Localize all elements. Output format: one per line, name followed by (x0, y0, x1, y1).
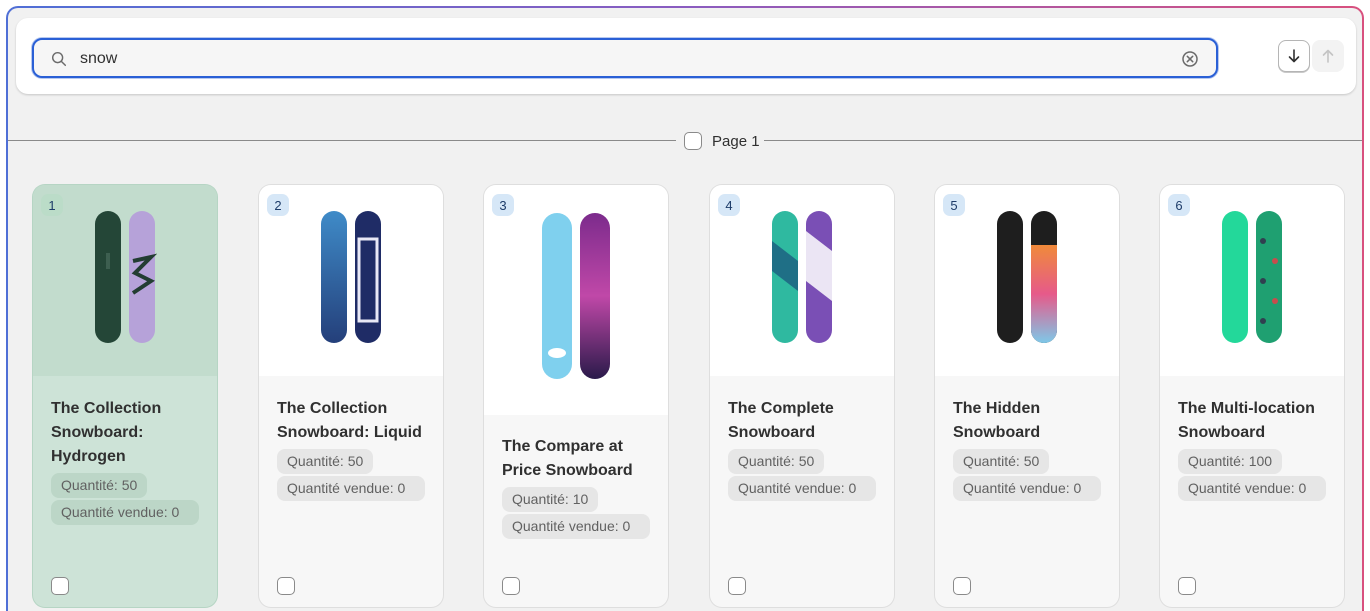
product-image: 2 (259, 185, 443, 376)
product-image: 4 (710, 185, 894, 376)
sold-quantity-badge: Quantité vendue: 0 (953, 476, 1101, 501)
sold-quantity-badge: Quantité vendue: 0 (728, 476, 876, 501)
snowboard-image (772, 211, 832, 343)
search-toolbar (16, 18, 1356, 94)
product-select-checkbox[interactable] (51, 577, 69, 595)
product-index-badge: 4 (718, 194, 740, 216)
product-index-badge: 6 (1168, 194, 1190, 216)
product-details: The Complete Snowboard Quantité: 50 Quan… (710, 397, 894, 503)
product-card[interactable]: 3 The Compare at Price Snowboard Quantit… (484, 185, 668, 607)
sold-quantity-badge: Quantité vendue: 0 (1178, 476, 1326, 501)
product-card[interactable]: 2 The Collection Snowboard: Liquid Quant… (259, 185, 443, 607)
sort-buttons (1278, 40, 1344, 72)
product-details: The Collection Snowboard: Liquid Quantit… (259, 397, 443, 503)
product-card[interactable]: 1 The Collection Snowboard: Hydrogen Qua… (33, 185, 217, 607)
product-index-badge: 3 (492, 194, 514, 216)
product-index-badge: 1 (41, 194, 63, 216)
sold-quantity-badge: Quantité vendue: 0 (277, 476, 425, 501)
app-content: Page 1 1 The Collection Snowboard: Hydro… (8, 8, 1362, 611)
page-selector: Page 1 (676, 128, 768, 154)
divider-line-left (8, 140, 678, 141)
snowboard-image (321, 211, 381, 343)
product-title: The Multi-location Snowboard (1178, 400, 1315, 441)
product-select-checkbox[interactable] (502, 577, 520, 595)
product-index-badge: 5 (943, 194, 965, 216)
product-title: The Collection Snowboard: Hydrogen (51, 400, 162, 465)
sold-quantity-badge: Quantité vendue: 0 (502, 514, 650, 539)
sort-descending-button[interactable] (1278, 40, 1310, 72)
search-input[interactable] (80, 48, 1160, 70)
divider-line-right (764, 140, 1362, 141)
search-icon (51, 51, 67, 67)
product-image: 6 (1160, 185, 1344, 376)
quantity-badge: Quantité: 50 (953, 449, 1050, 474)
quantity-badge: Quantité: 10 (502, 487, 599, 512)
product-details: The Multi-location Snowboard Quantité: 1… (1160, 397, 1344, 503)
page-label: Page 1 (712, 132, 760, 150)
product-image: 5 (935, 185, 1119, 376)
snowboard-image (95, 211, 157, 343)
product-select-checkbox[interactable] (277, 577, 295, 595)
product-image: 3 (484, 185, 668, 415)
quantity-badge: Quantité: 50 (277, 449, 374, 474)
product-select-checkbox[interactable] (1178, 577, 1196, 595)
product-select-checkbox[interactable] (728, 577, 746, 595)
quantity-badge: Quantité: 100 (1178, 449, 1283, 474)
snowboard-image (1222, 211, 1282, 343)
quantity-badge: Quantité: 50 (728, 449, 825, 474)
quantity-badge: Quantité: 50 (51, 473, 148, 498)
product-card[interactable]: 4 The Complete Snowboard Quantité: 50 Qu… (710, 185, 894, 607)
search-field[interactable] (32, 38, 1218, 78)
product-title: The Compare at Price Snowboard (502, 438, 633, 479)
clear-search-icon[interactable] (1180, 49, 1200, 69)
product-title: The Complete Snowboard (728, 400, 834, 441)
product-title: The Hidden Snowboard (953, 400, 1041, 441)
product-title: The Collection Snowboard: Liquid (277, 400, 422, 441)
product-details: The Hidden Snowboard Quantité: 50 Quanti… (935, 397, 1119, 503)
product-index-badge: 2 (267, 194, 289, 216)
product-details: The Compare at Price Snowboard Quantité:… (484, 435, 668, 541)
product-image: 1 (33, 185, 217, 376)
arrow-up-icon (1322, 49, 1334, 63)
product-card[interactable]: 6 The Multi-location Snowboard Quantité:… (1160, 185, 1344, 607)
sort-ascending-button[interactable] (1312, 40, 1344, 72)
arrow-down-icon (1288, 49, 1300, 63)
app-frame: Page 1 1 The Collection Snowboard: Hydro… (6, 6, 1364, 611)
product-select-checkbox[interactable] (953, 577, 971, 595)
product-card[interactable]: 5 The Hidden Snowboard Quantité: 50 Quan… (935, 185, 1119, 607)
snowboard-image (542, 213, 610, 379)
page-divider: Page 1 (8, 128, 1362, 154)
sold-quantity-badge: Quantité vendue: 0 (51, 500, 199, 525)
page-select-checkbox[interactable] (684, 132, 702, 150)
snowboard-image (997, 211, 1057, 343)
product-details: The Collection Snowboard: Hydrogen Quant… (33, 397, 217, 527)
